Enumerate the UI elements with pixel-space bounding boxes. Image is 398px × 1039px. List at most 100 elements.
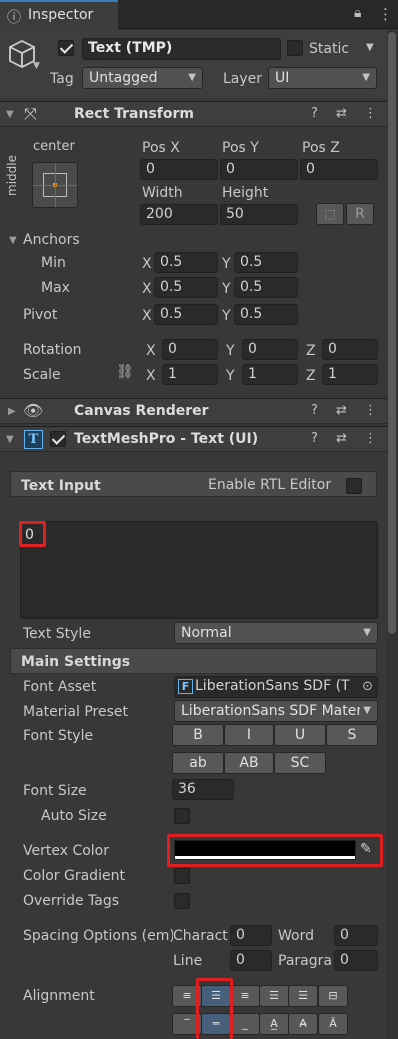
scrollbar-thumb[interactable] (388, 32, 396, 634)
foldout-arrow-icon[interactable]: ▼ (6, 109, 14, 120)
static-dropdown-icon[interactable]: ▼ (366, 42, 374, 53)
line-spacing-label: Line (173, 953, 203, 969)
font-asset-field[interactable]: F LiberationSans SDF (T ⊙ (174, 676, 378, 698)
component-menu-icon[interactable]: ⋮ (364, 106, 377, 121)
word-spacing-field[interactable]: 0 (334, 925, 378, 946)
presets-icon[interactable]: ⇄ (336, 106, 347, 121)
bold-button[interactable]: B (172, 724, 224, 746)
eye-icon: 👁︎ (23, 401, 44, 420)
rotation-y-field[interactable]: 0 (242, 339, 298, 360)
textmeshpro-title: TextMeshPro - Text (UI) (74, 431, 259, 447)
textmeshpro-icon: T (24, 430, 43, 449)
font-size-label: Font Size (23, 783, 87, 799)
inspector-tab[interactable]: ⓘ Inspector (0, 0, 118, 30)
character-spacing-field[interactable]: 0 (230, 925, 272, 946)
static-checkbox[interactable] (287, 40, 303, 56)
anchors-foldout-icon[interactable]: ▼ (9, 235, 17, 246)
anchor-max-x-field[interactable]: 0.5 (154, 277, 218, 298)
italic-button[interactable]: I (224, 724, 274, 746)
constrain-proportions-icon[interactable]: ⛓︎ (116, 364, 134, 380)
object-picker-icon[interactable]: ⊙ (362, 677, 373, 696)
lock-icon[interactable]: 🔒︎ (354, 5, 361, 21)
axis-x-label: X (142, 256, 152, 272)
scale-x-field[interactable]: 1 (162, 364, 218, 385)
pos-y-field[interactable]: 0 (220, 159, 298, 180)
text-input-area[interactable] (20, 521, 378, 619)
axis-x-label: X (142, 308, 152, 324)
textmeshpro-header[interactable]: ▼ T TextMeshPro - Text (UI) ? ⇄ ⋮ (0, 426, 387, 452)
layer-value: UI (275, 70, 290, 86)
pos-x-field[interactable]: 0 (140, 159, 218, 180)
pivot-x-field[interactable]: 0.5 (154, 304, 218, 325)
presets-icon[interactable]: ⇄ (336, 431, 347, 446)
uppercase-button[interactable]: AB (224, 752, 274, 774)
pos-z-field[interactable]: 0 (300, 159, 378, 180)
canvas-renderer-header[interactable]: ▶ 👁︎ Canvas Renderer ? ⇄ ⋮ (0, 398, 387, 424)
kebab-menu-icon[interactable]: ⋮ (378, 5, 393, 23)
font-style-label: Font Style (23, 728, 94, 744)
axis-x-label: X (146, 368, 156, 384)
component-menu-icon[interactable]: ⋮ (364, 431, 377, 446)
tag-dropdown[interactable]: Untagged ▼ (82, 67, 203, 89)
rotation-x-field[interactable]: 0 (162, 339, 218, 360)
anchor-min-x-field[interactable]: 0.5 (154, 252, 218, 273)
rotation-z-field[interactable]: 0 (322, 339, 378, 360)
chevron-down-icon: ▼ (360, 701, 371, 721)
align-capline-button[interactable]: Ā (318, 1013, 348, 1035)
pivot-label: Pivot (23, 307, 58, 323)
character-spacing-label: Charact (173, 927, 228, 945)
align-geometry-center-button[interactable]: ⊟ (318, 985, 348, 1007)
text-style-dropdown[interactable]: Normal ▼ (174, 622, 378, 644)
scale-y-field[interactable]: 1 (242, 364, 298, 385)
textmeshpro-enabled-checkbox[interactable] (50, 431, 66, 447)
strikethrough-button[interactable]: S (326, 724, 378, 746)
font-size-field[interactable]: 36 (172, 779, 234, 800)
align-baseline-button[interactable]: A̲ (259, 1013, 289, 1035)
paragraph-spacing-field[interactable]: 0 (334, 950, 378, 971)
align-bottom-button[interactable]: _ (230, 1013, 260, 1035)
anchor-min-y-field[interactable]: 0.5 (234, 252, 298, 273)
help-icon[interactable]: ? (311, 431, 318, 446)
material-preset-dropdown[interactable]: LiberationSans SDF Materi ▼ (174, 700, 378, 722)
material-preset-value: LiberationSans SDF Materi (181, 703, 367, 719)
align-justified-button[interactable]: ☰ (259, 985, 289, 1007)
axis-y-label: Y (222, 256, 231, 272)
smallcaps-button[interactable]: SC (274, 752, 326, 774)
layer-dropdown[interactable]: UI ▼ (268, 67, 377, 89)
icon-dropdown-caret-icon[interactable]: ▼ (33, 61, 40, 71)
active-checkbox[interactable] (58, 40, 74, 56)
foldout-arrow-icon[interactable]: ▶ (8, 406, 16, 417)
help-icon[interactable]: ? (311, 106, 318, 121)
object-name-field[interactable]: Text (TMP) (82, 38, 281, 60)
axis-z-label: Z (306, 343, 316, 359)
text-input-label: Text Input (21, 478, 101, 494)
raw-edit-button[interactable]: R (346, 203, 374, 225)
underline-button[interactable]: U (274, 724, 326, 746)
height-field[interactable]: 50 (220, 204, 298, 225)
lowercase-button[interactable]: ab (172, 752, 224, 774)
tag-label: Tag (50, 71, 74, 87)
auto-size-checkbox[interactable] (174, 808, 190, 824)
align-midline-button[interactable]: A̶ (288, 1013, 318, 1035)
align-right-button[interactable]: ≡ (230, 985, 260, 1007)
line-spacing-field[interactable]: 0 (230, 950, 272, 971)
align-flush-button[interactable]: ☰ (288, 985, 318, 1007)
rect-transform-header[interactable]: ▼ ⤧ Rect Transform ? ⇄ ⋮ (0, 101, 387, 127)
pivot-y-field[interactable]: 0.5 (234, 304, 298, 325)
tag-value: Untagged (89, 70, 158, 86)
help-icon[interactable]: ? (311, 403, 318, 418)
width-field[interactable]: 200 (140, 204, 218, 225)
scale-z-field[interactable]: 1 (322, 364, 378, 385)
enable-rtl-checkbox[interactable] (346, 478, 362, 494)
override-tags-checkbox[interactable] (174, 893, 190, 909)
color-gradient-checkbox[interactable] (174, 868, 190, 884)
blueprint-mode-button[interactable]: ⬚ (316, 203, 344, 225)
anchor-max-y-field[interactable]: 0.5 (234, 277, 298, 298)
anchor-presets-button[interactable] (32, 162, 78, 208)
presets-icon[interactable]: ⇄ (336, 403, 347, 418)
vertex-color-highlight (167, 834, 383, 867)
main-settings-label: Main Settings (21, 654, 131, 670)
component-menu-icon[interactable]: ⋮ (364, 403, 377, 418)
foldout-arrow-icon[interactable]: ▼ (6, 434, 14, 445)
text-style-value: Normal (181, 625, 232, 641)
